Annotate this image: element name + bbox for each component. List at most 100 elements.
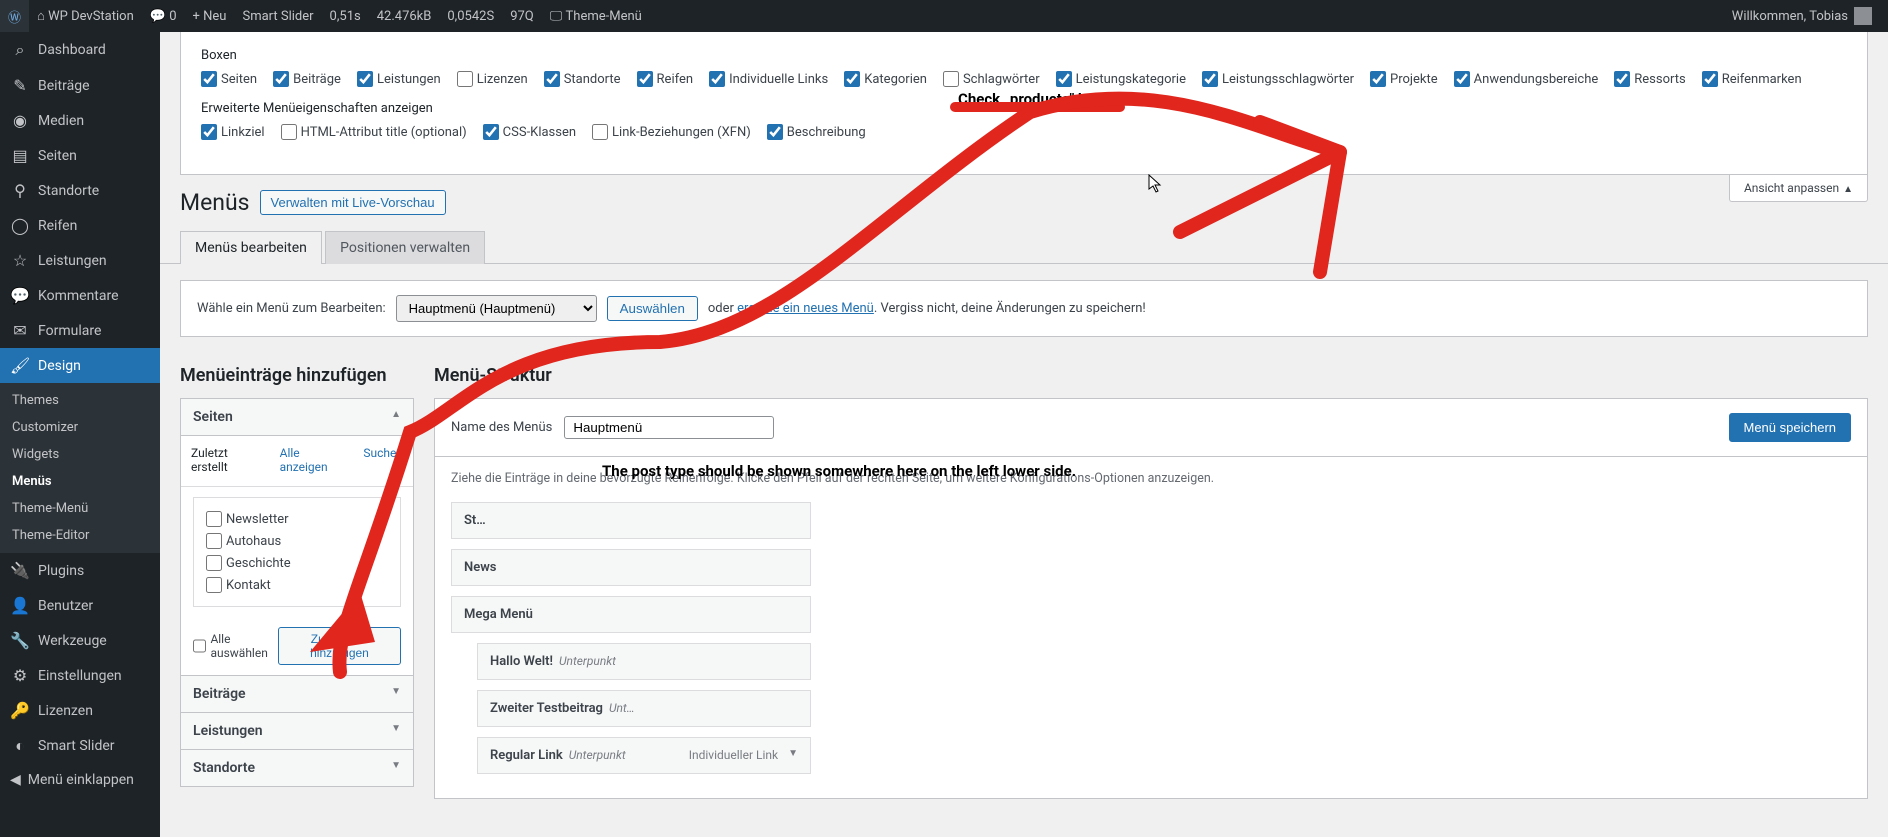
chevron-down-icon[interactable]: ▼ (788, 748, 798, 763)
add-items-heading: Menüeinträge hinzufügen (180, 365, 414, 386)
live-preview-button[interactable]: Verwalten mit Live-Vorschau (260, 190, 446, 215)
box-check-ressorts[interactable]: Ressorts (1614, 71, 1685, 87)
sidebar-item-reifen[interactable]: ◯Reifen (0, 208, 160, 243)
menu-icon: ✎ (10, 76, 30, 95)
sidebar-item-werkzeuge[interactable]: 🔧Werkzeuge (0, 623, 160, 658)
box-check-projekte[interactable]: Projekte (1370, 71, 1438, 87)
box-check-leistungen[interactable]: Leistungen (357, 71, 441, 87)
box-check-anwendungsbereiche[interactable]: Anwendungsbereiche (1454, 71, 1599, 87)
menu-icon: 🔑 (10, 701, 30, 720)
adminbar-new[interactable]: + Neu (185, 0, 235, 32)
box-check-lizenzen[interactable]: Lizenzen (457, 71, 528, 87)
adminbar-thememenu[interactable]: 🖵 Theme-Menü (542, 0, 650, 32)
comment-icon: 💬 (150, 9, 166, 24)
accordion-posts-head[interactable]: Beiträge▼ (181, 675, 413, 712)
sidebar-item-leistungen[interactable]: ☆Leistungen (0, 243, 160, 278)
page-item-newsletter[interactable]: Newsletter (206, 508, 388, 530)
adv-check-html-attribut-title-(optional)[interactable]: HTML-Attribut title (optional) (281, 124, 467, 140)
tab-edit-menus[interactable]: Menüs bearbeiten (180, 231, 322, 264)
box-check-leistungskategorie[interactable]: Leistungskategorie (1056, 71, 1186, 87)
boxes-legend: Boxen (201, 48, 1847, 63)
menu-item-bar[interactable]: St… (451, 502, 811, 539)
menu-icon: ☆ (10, 251, 30, 270)
menu-name-input[interactable] (564, 416, 774, 439)
adminbar-perf3[interactable]: 0,0542S (439, 0, 502, 32)
menu-icon: ◉ (10, 111, 30, 130)
menu-item-bar[interactable]: Mega Menü (451, 596, 811, 633)
menu-icon: ▤ (10, 146, 30, 165)
pages-tab-recent[interactable]: Zuletzt erstellt (181, 436, 270, 486)
box-check-reifenmarken[interactable]: Reifenmarken (1702, 71, 1802, 87)
sidebar-sub-themes[interactable]: Themes (0, 387, 160, 414)
sidebar-item-formulare[interactable]: ✉Formulare (0, 313, 160, 348)
adminbar-smartslider[interactable]: Smart Slider (234, 0, 321, 32)
sidebar-item-medien[interactable]: ◉Medien (0, 103, 160, 138)
sidebar-item-benutzer[interactable]: 👤Benutzer (0, 588, 160, 623)
menu-icon: 💬 (10, 286, 30, 305)
box-check-beiträge[interactable]: Beiträge (273, 71, 341, 87)
sidebar-sub-widgets[interactable]: Widgets (0, 441, 160, 468)
page-item-autohaus[interactable]: Autohaus (206, 530, 388, 552)
adv-check-linkziel[interactable]: Linkziel (201, 124, 265, 140)
adv-check-link-beziehungen-(xfn)[interactable]: Link-Beziehungen (XFN) (592, 124, 751, 140)
sidebar-item-dashboard[interactable]: ⌕Dashboard (0, 32, 160, 68)
sidebar-item-standorte[interactable]: ⚲Standorte (0, 173, 160, 208)
create-new-menu-link[interactable]: erstelle ein neues Menü (737, 301, 874, 316)
sidebar-sub-theme-menü[interactable]: Theme-Menü (0, 495, 160, 522)
plus-icon: + (193, 9, 200, 24)
avatar (1854, 7, 1872, 25)
sidebar-item-smart slider[interactable]: ◐Smart Slider (0, 728, 160, 764)
menu-item-bar[interactable]: Zweiter TestbeitragUnt… (477, 690, 811, 727)
sidebar-item-design[interactable]: 🖌Design (0, 348, 160, 383)
adminbar-user[interactable]: Willkommen, Tobias (1724, 0, 1880, 32)
adminbar-wp-logo[interactable]: Ⓦ (0, 0, 29, 32)
sidebar-sub-customizer[interactable]: Customizer (0, 414, 160, 441)
select-button[interactable]: Auswählen (607, 296, 698, 321)
page-item-kontakt[interactable]: Kontakt (206, 574, 388, 596)
pages-tab-all[interactable]: Alle anzeigen (270, 436, 354, 486)
add-to-menu-button[interactable]: Zum Menü hinzufügen (278, 627, 401, 665)
sidebar-sub-theme-editor[interactable]: Theme-Editor (0, 522, 160, 549)
adminbar-site-name: WP DevStation (48, 9, 134, 24)
page-item-geschichte[interactable]: Geschichte (206, 552, 388, 574)
screen-options-tab[interactable]: Ansicht anpassen▲ (1729, 175, 1868, 202)
sidebar-sub-menüs[interactable]: Menüs (0, 468, 160, 495)
sidebar-item-beiträge[interactable]: ✎Beiträge (0, 68, 160, 103)
sidebar-item-einstellungen[interactable]: ⚙Einstellungen (0, 658, 160, 693)
sidebar-item-kommentare[interactable]: 💬Kommentare (0, 278, 160, 313)
menu-select[interactable]: Hauptmenü (Hauptmenü) (396, 295, 597, 322)
box-check-schlagwörter[interactable]: Schlagwörter (943, 71, 1040, 87)
menu-item-bar[interactable]: Regular LinkUnterpunktIndividueller Link… (477, 737, 811, 774)
menu-icon: ⚲ (10, 181, 30, 200)
tab-manage-positions[interactable]: Positionen verwalten (325, 231, 485, 264)
adv-check-css-klassen[interactable]: CSS-Klassen (483, 124, 576, 140)
menu-item-bar[interactable]: Hallo Welt!Unterpunkt (477, 643, 811, 680)
adminbar-comments[interactable]: 💬 0 (142, 0, 185, 32)
menu-icon: ⚙ (10, 666, 30, 685)
adminbar-site[interactable]: ⌂ WP DevStation (29, 0, 142, 32)
adv-check-beschreibung[interactable]: Beschreibung (767, 124, 866, 140)
select-all-pages[interactable]: Alle auswählen (193, 632, 278, 660)
box-check-seiten[interactable]: Seiten (201, 71, 257, 87)
sidebar-item-plugins[interactable]: 🔌Plugins (0, 553, 160, 588)
box-check-reifen[interactable]: Reifen (637, 71, 694, 87)
accordion-services-head[interactable]: Leistungen▼ (181, 712, 413, 749)
menu-item-bar[interactable]: News (451, 549, 811, 586)
adminbar-perf1[interactable]: 0,51s (322, 0, 369, 32)
sidebar-item-lizenzen[interactable]: 🔑Lizenzen (0, 693, 160, 728)
adminbar-perf4[interactable]: 97Q (502, 0, 542, 32)
chevron-down-icon: ▼ (391, 760, 401, 776)
accordion-pages-head[interactable]: Seiten▲ (181, 399, 413, 436)
admin-sidebar: ⌕Dashboard✎Beiträge◉Medien▤Seiten⚲Stando… (0, 32, 160, 837)
collapse-menu[interactable]: ◀ Menü einklappen (0, 764, 160, 796)
pages-tab-search[interactable]: Suchen (353, 436, 413, 486)
sidebar-item-seiten[interactable]: ▤Seiten (0, 138, 160, 173)
adminbar-perf2[interactable]: 42.476kB (369, 0, 440, 32)
box-check-kategorien[interactable]: Kategorien (844, 71, 927, 87)
box-check-individuelle-links[interactable]: Individuelle Links (709, 71, 828, 87)
box-check-leistungsschlagwörter[interactable]: Leistungsschlagwörter (1202, 71, 1354, 87)
box-check-standorte[interactable]: Standorte (544, 71, 621, 87)
accordion-locations-head[interactable]: Standorte▼ (181, 749, 413, 786)
save-menu-button[interactable]: Menü speichern (1729, 413, 1852, 442)
chevron-up-icon: ▲ (391, 409, 401, 425)
